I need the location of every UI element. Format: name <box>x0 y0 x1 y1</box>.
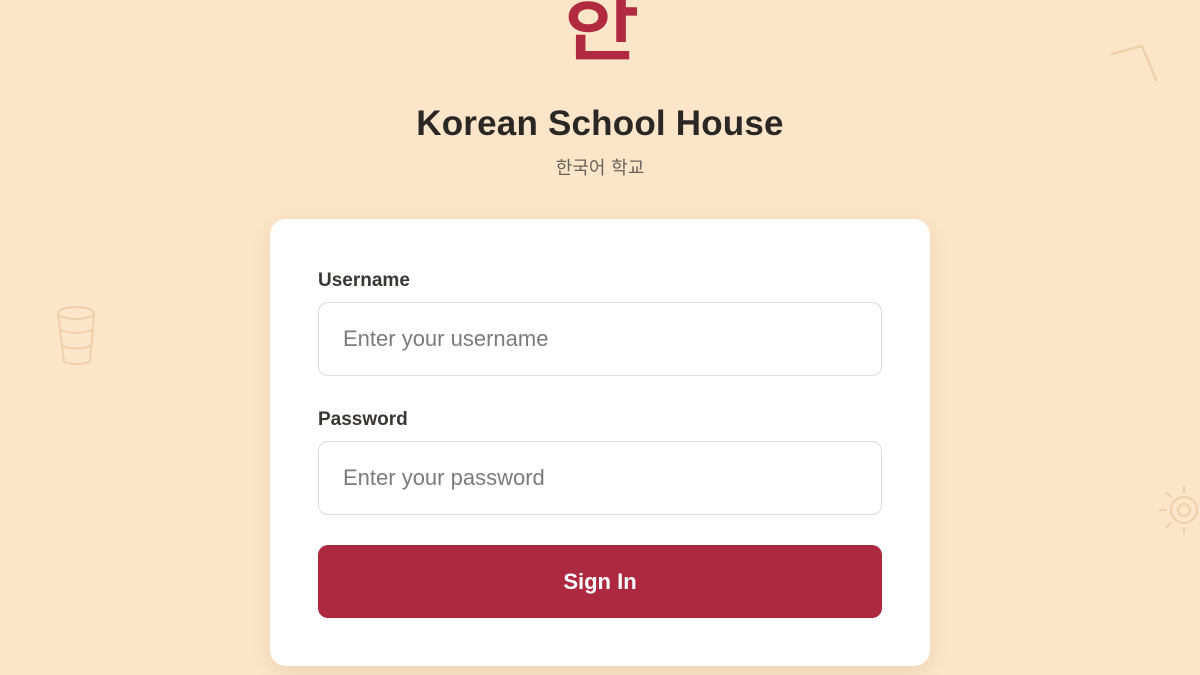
app-subtitle: 한국어 학교 <box>555 158 645 179</box>
app-title: Korean School House <box>416 104 784 143</box>
cup-doodle-icon <box>57 306 95 365</box>
password-input[interactable] <box>318 441 882 515</box>
username-label: Username <box>318 270 410 291</box>
password-label: Password <box>318 409 408 430</box>
sun-doodle-icon <box>1159 485 1198 535</box>
brand-logo-char: 한 <box>561 0 639 73</box>
login-card: Username Password Sign In <box>270 219 930 666</box>
username-input[interactable] <box>318 302 882 376</box>
sign-in-button[interactable]: Sign In <box>318 545 882 618</box>
